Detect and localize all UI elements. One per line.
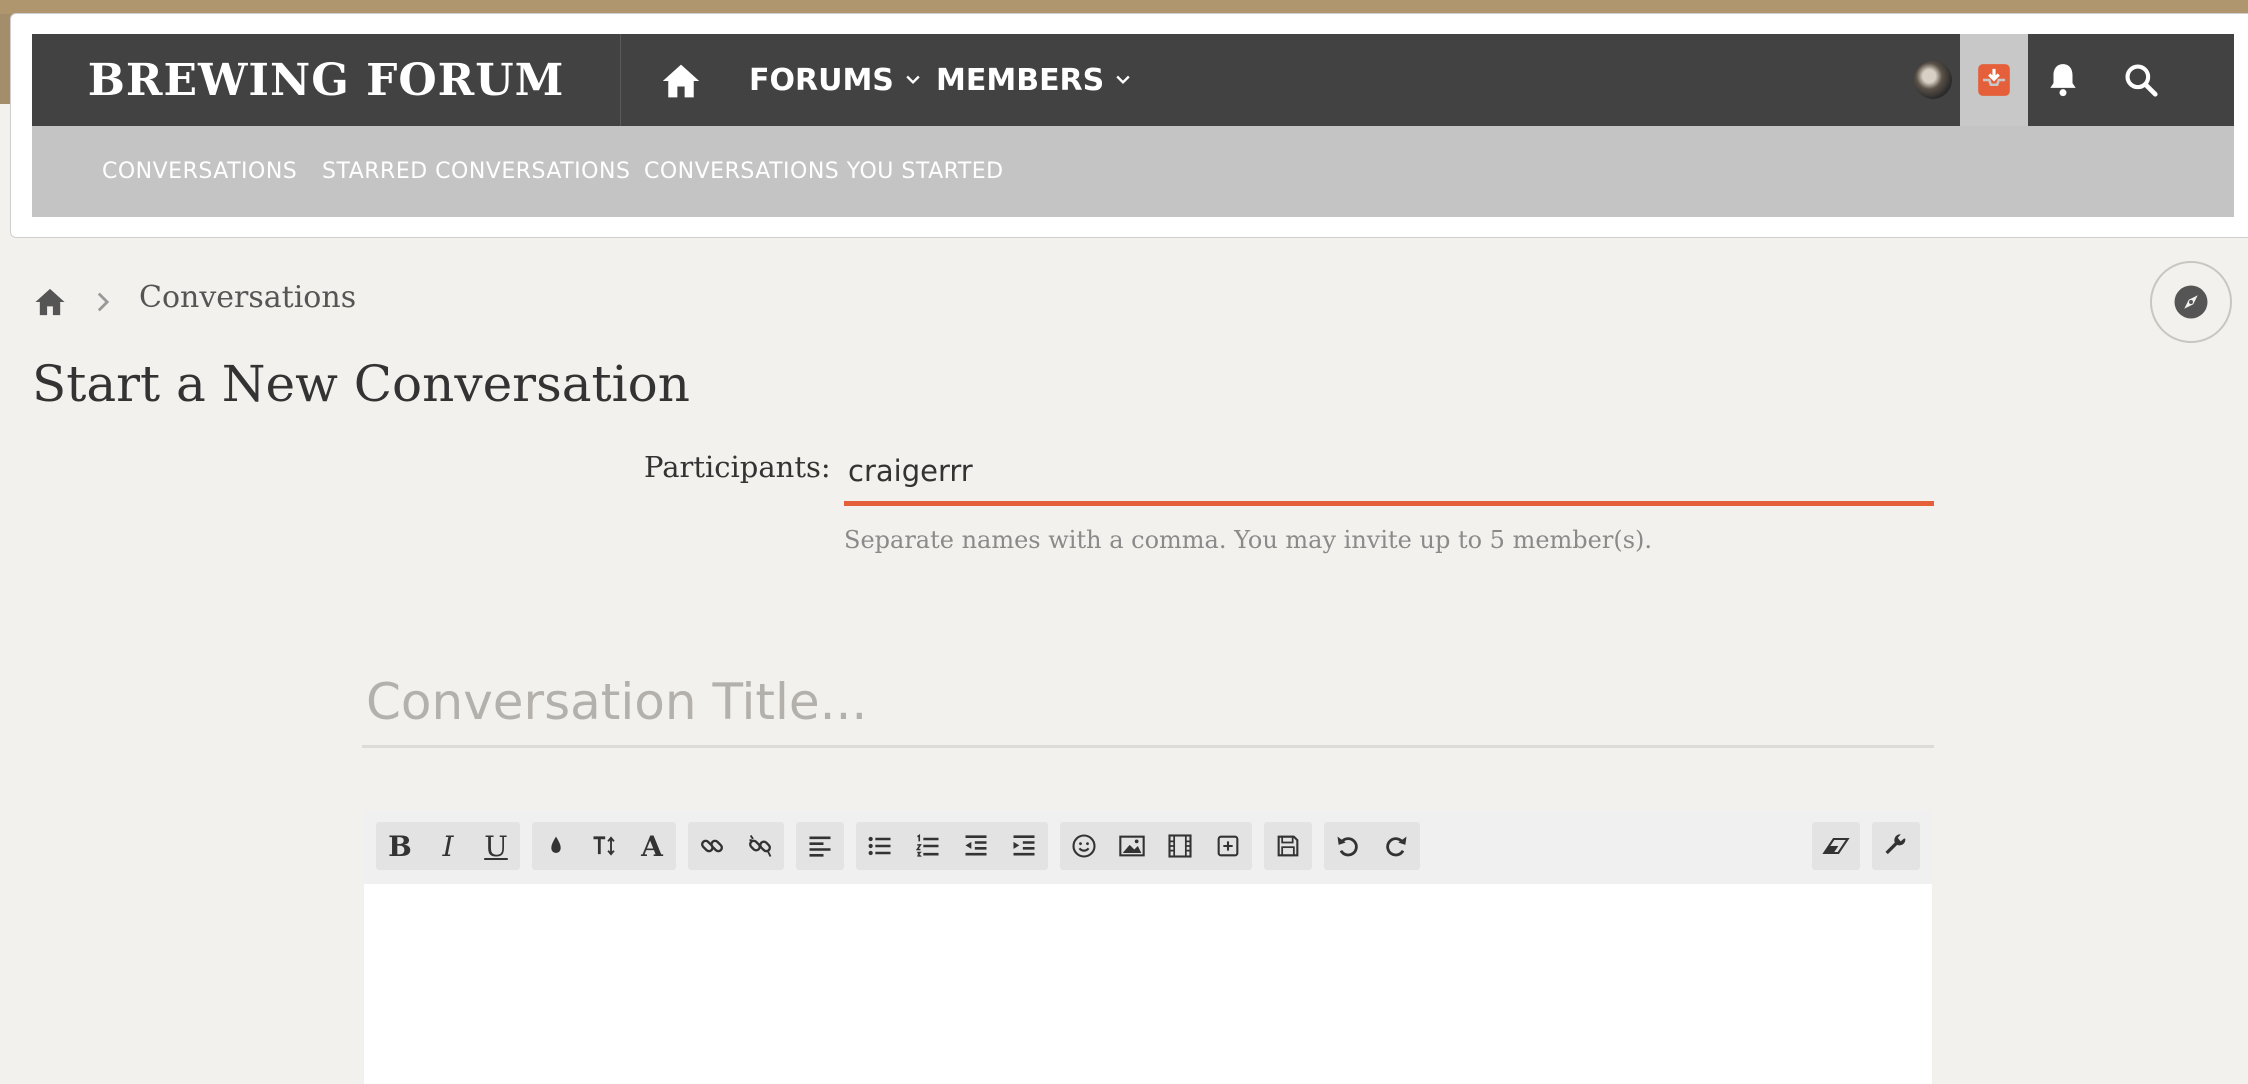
outdent-icon [965, 835, 987, 856]
nav-members-label: MEMBERS [936, 62, 1105, 98]
redo-icon [1386, 836, 1407, 857]
undo-button[interactable] [1324, 822, 1372, 870]
font-size-button[interactable] [580, 822, 628, 870]
droplet-icon [551, 836, 561, 853]
editor-toolbar: B I U A [364, 810, 1932, 884]
insert-media-button[interactable] [1156, 822, 1204, 870]
remove-formatting-button[interactable] [1812, 822, 1860, 870]
bold-button[interactable]: B [376, 822, 424, 870]
bulleted-list-icon [868, 836, 891, 856]
site-logo[interactable]: BREWING FORUM [32, 34, 621, 126]
bold-icon: B [388, 829, 412, 863]
nav-home-icon[interactable] [659, 61, 703, 101]
font-family-icon: A [641, 829, 663, 863]
eraser-icon [1822, 837, 1850, 855]
browser-top-strip [0, 0, 2248, 14]
page-title: Start a New Conversation [32, 355, 690, 413]
toolbar-group-clear [1812, 822, 1860, 870]
nav-forums-label: FORUMS [749, 62, 894, 98]
indent-icon [1013, 835, 1035, 856]
bell-icon [2050, 64, 2076, 97]
toolbar-group-align [796, 822, 844, 870]
toolbar-group-tools [1872, 822, 1920, 870]
primary-navbar: BREWING FORUM FORUMS MEMBERS [32, 34, 2234, 126]
search-icon [2125, 64, 2158, 97]
chevron-down-icon [906, 75, 920, 84]
align-left-icon [809, 836, 831, 857]
toolbar-group-insert [1060, 822, 1252, 870]
font-size-icon [593, 836, 615, 856]
text-color-button[interactable] [532, 822, 580, 870]
plus-square-icon [1217, 835, 1239, 857]
sub-navbar: CONVERSATIONS STARRED CONVERSATIONS CONV… [32, 126, 2234, 217]
chevron-right-icon [96, 292, 110, 312]
underline-icon: U [484, 829, 508, 863]
toolbar-group-drafts [1264, 822, 1312, 870]
toolbar-group-font: A [532, 822, 676, 870]
redo-button[interactable] [1372, 822, 1420, 870]
notifications-button[interactable] [2032, 34, 2094, 126]
toolbar-group-history [1324, 822, 1420, 870]
chevron-down-icon [1116, 75, 1130, 84]
italic-icon: I [442, 829, 454, 863]
subnav-conversations-you-started[interactable]: CONVERSATIONS YOU STARTED [644, 126, 1004, 217]
conversation-title-input[interactable] [362, 658, 1934, 748]
floppy-disk-icon [1277, 835, 1299, 857]
save-draft-button[interactable] [1264, 822, 1312, 870]
participants-input[interactable] [844, 440, 1934, 506]
subnav-starred-conversations[interactable]: STARRED CONVERSATIONS [322, 126, 630, 217]
breadcrumb-conversations[interactable]: Conversations [139, 280, 356, 315]
breadcrumb-home-icon[interactable] [32, 286, 68, 318]
numbered-list-button[interactable] [904, 822, 952, 870]
inbox-icon [1978, 64, 2010, 96]
underline-button[interactable]: U [472, 822, 520, 870]
align-button[interactable] [796, 822, 844, 870]
toolbar-group-text-style: B I U [376, 822, 520, 870]
insert-image-button[interactable] [1108, 822, 1156, 870]
outdent-button[interactable] [952, 822, 1000, 870]
film-icon [1168, 834, 1192, 858]
italic-button[interactable]: I [424, 822, 472, 870]
smiley-icon [1072, 834, 1096, 858]
remove-link-button[interactable] [736, 822, 784, 870]
wrench-icon [1885, 834, 1906, 855]
participants-hint: Separate names with a comma. You may inv… [844, 526, 1652, 554]
undo-icon [1337, 836, 1358, 857]
numbered-list-icon [915, 833, 939, 857]
compass-icon [2174, 285, 2208, 319]
toggle-bbcode-button[interactable] [1872, 822, 1920, 870]
link-icon [701, 839, 723, 853]
participants-label: Participants: [644, 450, 831, 484]
unlink-icon [749, 834, 772, 857]
subnav-conversations[interactable]: CONVERSATIONS [102, 126, 297, 217]
search-button[interactable] [2110, 34, 2172, 126]
insert-link-button[interactable] [688, 822, 736, 870]
nav-members[interactable]: MEMBERS [936, 34, 1130, 126]
font-family-button[interactable]: A [628, 822, 676, 870]
bulleted-list-button[interactable] [856, 822, 904, 870]
toolbar-group-links [688, 822, 784, 870]
user-avatar-button[interactable] [1902, 34, 1964, 126]
message-editor[interactable] [364, 884, 1932, 1084]
toolbar-group-lists [856, 822, 1048, 870]
quick-navigation-button[interactable] [2150, 261, 2232, 343]
user-avatar [1914, 61, 1952, 99]
indent-button[interactable] [1000, 822, 1048, 870]
inbox-button[interactable] [1960, 34, 2028, 126]
nav-forums[interactable]: FORUMS [749, 34, 920, 126]
smilies-button[interactable] [1060, 822, 1108, 870]
image-icon [1119, 835, 1145, 857]
insert-more-button[interactable] [1204, 822, 1252, 870]
